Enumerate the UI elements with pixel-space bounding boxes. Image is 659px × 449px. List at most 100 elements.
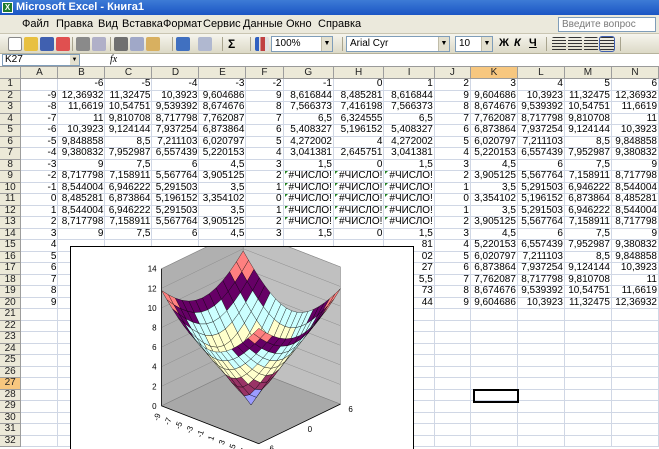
cell[interactable]: #ЧИСЛО! [333,182,385,194]
cell[interactable] [470,366,518,378]
cell[interactable] [470,343,518,355]
cell[interactable] [470,331,518,344]
cell[interactable]: 9,848858 [611,251,659,263]
cell[interactable]: 9,124144 [564,262,612,275]
cell[interactable] [564,412,612,424]
cell[interactable]: 8 [20,285,59,298]
column-header-d[interactable]: D [151,67,200,79]
cell[interactable]: 7,158911 [104,170,153,183]
cell[interactable]: 4,5 [470,159,518,171]
cell[interactable]: 3,905125 [198,170,247,183]
row-header[interactable]: 26 [0,366,22,378]
column-header-g[interactable]: G [283,67,334,79]
row-header[interactable]: 21 [0,308,22,321]
cell[interactable]: 6,873864 [198,124,247,137]
cell[interactable] [434,331,471,344]
cell[interactable]: 6,557439 [151,147,200,160]
cell[interactable]: -6 [20,124,59,137]
cell[interactable] [517,412,565,424]
cell[interactable]: #ЧИСЛО! [283,205,334,217]
cell[interactable] [564,354,612,367]
cell[interactable]: 9 [57,228,106,240]
name-box[interactable]: K27 ▼ [2,54,80,66]
cell[interactable]: 3,905125 [470,170,518,183]
cell[interactable]: #ЧИСЛО! [383,193,435,206]
column-header-b[interactable]: B [57,67,106,79]
menu-data[interactable]: Данные [243,18,283,30]
column-header-j[interactable]: J [434,67,471,79]
cell[interactable]: 2 [245,170,284,183]
cell[interactable]: 3,041381 [283,147,334,160]
cell[interactable]: 2 [20,216,59,229]
cell[interactable]: 8,717798 [151,113,200,125]
cell[interactable]: 1,5 [283,228,334,240]
cell[interactable]: 11 [611,113,659,125]
cell[interactable]: 9,124144 [104,124,153,137]
row-header[interactable]: 22 [0,320,22,332]
cell[interactable] [611,354,659,367]
row-header[interactable]: 29 [0,400,22,413]
cell[interactable]: 6 [517,159,565,171]
cell[interactable]: 7,762087 [198,113,247,125]
cell[interactable] [470,389,518,401]
cell[interactable]: 5,408327 [383,124,435,137]
row-header[interactable]: 10 [0,182,22,194]
cell[interactable]: 7,5 [104,228,153,240]
cell[interactable] [470,400,518,413]
cell[interactable]: 12,36932 [611,90,659,102]
cell[interactable] [20,308,59,321]
row-header[interactable]: 31 [0,423,22,436]
row-header[interactable]: 3 [0,101,22,114]
cell[interactable]: 9,848858 [57,136,106,148]
cell[interactable]: 7,937254 [517,124,565,137]
redo-icon[interactable] [198,37,212,51]
cell[interactable] [20,331,59,344]
align-right-icon[interactable] [584,37,598,51]
cell[interactable]: 8,544004 [611,182,659,194]
cell[interactable] [564,343,612,355]
cell[interactable] [20,435,59,447]
cell[interactable]: 6,5 [383,113,435,125]
cell[interactable]: 7,211103 [517,136,565,148]
column-header-m[interactable]: M [564,67,612,79]
cell[interactable]: 5 [20,251,59,263]
cell[interactable]: -4 [20,147,59,160]
cell[interactable]: 11,32475 [564,90,612,102]
row-header[interactable]: 27 [0,377,22,390]
cell[interactable]: 6 [434,262,471,275]
cell[interactable]: 5,291503 [151,205,200,217]
row-header[interactable]: 32 [0,435,22,447]
cell[interactable]: 7,5 [104,159,153,171]
cell[interactable] [434,435,471,447]
cell[interactable]: 6,5 [283,113,334,125]
cell[interactable]: 9 [434,297,471,309]
cell[interactable]: 10,3923 [151,90,200,102]
cell[interactable]: 6,946222 [564,182,612,194]
row-header[interactable]: 20 [0,297,22,309]
cell[interactable] [564,320,612,332]
cell[interactable]: 7 [245,113,284,125]
cell[interactable]: 6,946222 [104,182,153,194]
cell[interactable]: 8 [434,285,471,298]
cell[interactable]: -5 [104,78,153,91]
cell[interactable] [20,343,59,355]
cell[interactable]: #ЧИСЛО! [283,170,334,183]
cell[interactable]: 7 [20,274,59,286]
cell[interactable]: 3 [245,159,284,171]
cell[interactable]: 7 [434,113,471,125]
cell[interactable]: 3 [245,228,284,240]
row-header[interactable]: 13 [0,216,22,229]
row-header[interactable]: 17 [0,262,22,275]
cell[interactable]: #ЧИСЛО! [283,182,334,194]
cell[interactable]: 9,604686 [470,297,518,309]
cell[interactable]: 1,5 [383,228,435,240]
cell[interactable]: 11,6619 [611,101,659,114]
cell[interactable]: 5,196152 [517,193,565,206]
select-all-corner[interactable] [0,67,22,79]
cell[interactable]: -2 [245,78,284,91]
cell[interactable]: 9 [20,297,59,309]
print-icon[interactable] [76,37,90,51]
cell[interactable]: 5,196152 [333,124,385,137]
cell[interactable]: 7,158911 [564,170,612,183]
cell[interactable] [564,331,612,344]
